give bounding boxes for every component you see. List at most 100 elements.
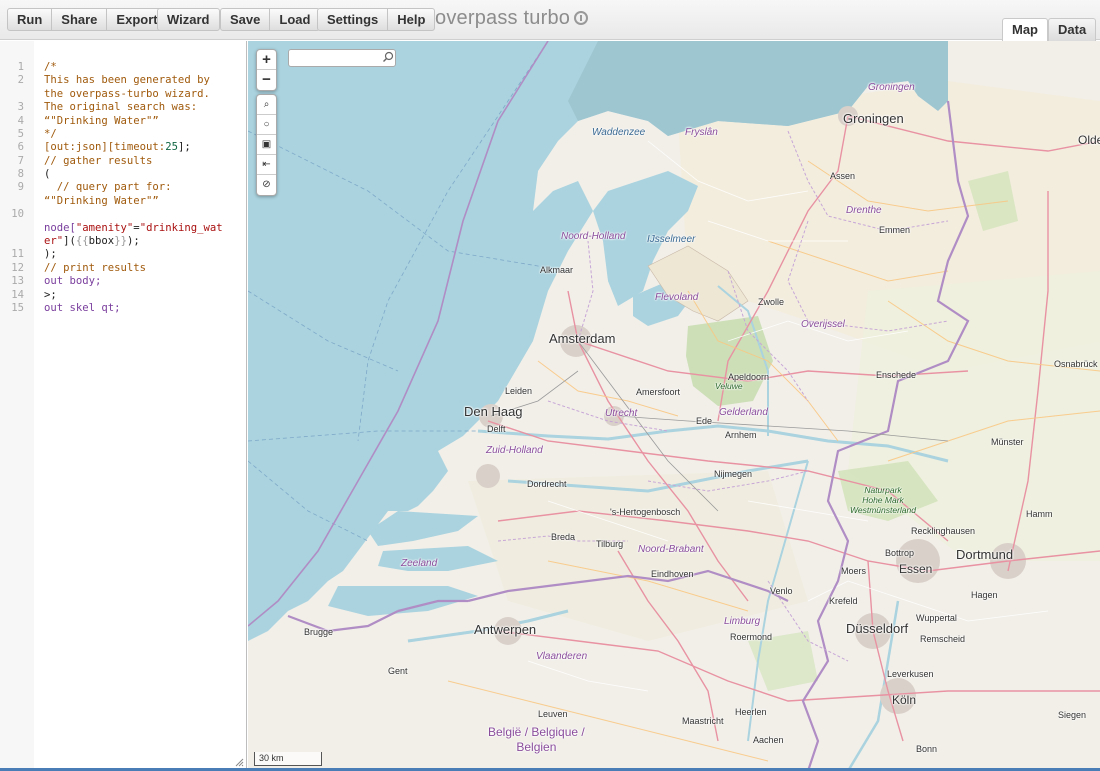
map-label-enschede: Enschede — [876, 370, 917, 380]
map-label-bonn: Bonn — [916, 744, 938, 754]
code-token: node[ — [44, 222, 76, 234]
code-text: >; — [44, 289, 57, 302]
map-label-nijmegen: Nijmegen — [714, 469, 753, 479]
save-button[interactable]: Save — [220, 8, 271, 31]
map-label-overijssel: Overijssel — [801, 319, 845, 330]
load-button[interactable]: Load — [269, 8, 321, 31]
code-token: The original search was: — [44, 101, 198, 113]
map-label-bottrop: Bottrop — [885, 548, 915, 558]
map-label-eindhoven: Eindhoven — [651, 569, 694, 579]
map-label-belgie: België / Belgique / Belgien — [488, 725, 585, 754]
map-label-krefeld: Krefeld — [829, 596, 858, 606]
code-text: /* — [44, 61, 57, 74]
map-label-dordrecht: Dordrecht — [527, 479, 567, 489]
code-token: >; — [44, 289, 57, 301]
tab-data[interactable]: Data — [1048, 18, 1097, 41]
search-icon[interactable] — [382, 51, 394, 63]
toggle-data-icon[interactable]: ▣ — [257, 135, 276, 155]
help-button[interactable]: Help — [387, 8, 436, 31]
line-number: 6 — [17, 141, 24, 153]
line-number: 9 — [17, 181, 24, 193]
map-label-hohe-mark: Naturpark Hohe Mark Westmünsterland — [850, 485, 916, 515]
code-text: ( — [44, 168, 50, 181]
line-number: 10 — [11, 208, 24, 220]
map-label-waddenzee: Waddenzee — [592, 127, 646, 138]
map-label-groningen: Groningen — [843, 111, 904, 126]
locate-icon[interactable]: ○ — [257, 115, 276, 135]
code-token: out skel qt; — [44, 302, 121, 314]
map-label-dortmund: Dortmund — [956, 547, 1014, 562]
code-token: “"Drinking Water"” — [44, 115, 159, 127]
code-text: // query part for: — [44, 181, 172, 194]
line-number: 14 — [11, 289, 24, 301]
code-token: [out:json][timeout: — [44, 141, 166, 153]
tab-map[interactable]: Map — [1002, 18, 1048, 41]
code-text: ); — [44, 248, 57, 261]
map-label-heerlen: Heerlen — [735, 707, 767, 717]
map-search-input[interactable] — [288, 49, 396, 67]
map-label-essen: Essen — [899, 562, 933, 576]
map-label-zuid-holland: Zuid-Holland — [486, 445, 543, 456]
map-label-roermond: Roermond — [730, 632, 773, 642]
map-label-antwerpen: Antwerpen — [474, 622, 537, 637]
map-label-amersfoort: Amersfoort — [636, 387, 681, 397]
map-label-leverkusen: Leverkusen — [887, 669, 934, 679]
line-number: 8 — [17, 168, 24, 180]
save-load-group: Save Load — [220, 8, 321, 31]
line-number: 2 — [17, 74, 24, 86]
zoom-in-button[interactable]: + — [257, 50, 276, 70]
code-text: [out:json][timeout:25]; — [44, 141, 191, 154]
map-label-aachen: Aachen — [753, 735, 784, 745]
resize-handle-icon[interactable] — [234, 757, 244, 767]
code-text: This has been generated by — [44, 74, 210, 87]
wizard-button[interactable]: Wizard — [157, 8, 220, 31]
fit-bounds-icon[interactable]: ⇤ — [257, 155, 276, 175]
map-label-noord-brabant: Noord-Brabant — [638, 544, 704, 555]
code-text: // gather results — [44, 155, 152, 168]
map-label-dusseldorf: Düsseldorf — [846, 621, 909, 636]
code-token: // gather results — [44, 155, 153, 167]
line-number: 1 — [17, 61, 24, 73]
map-label-zwolle: Zwolle — [758, 297, 785, 307]
code-text: */ — [44, 128, 57, 141]
code-token: {{ — [75, 235, 89, 247]
map-label-zeeland: Zeeland — [401, 558, 438, 569]
map-view[interactable]: Groningen Groningen Olde Waddenzee Frysl… — [248, 41, 1100, 771]
map-label-utrecht: Utrecht — [605, 408, 638, 419]
map-label-siegen: Siegen — [1058, 710, 1087, 720]
logo-icon — [574, 11, 589, 25]
code-token: ); — [44, 248, 57, 260]
map-label-hertogenbosch: 's-Hertogenbosch — [610, 507, 681, 517]
line-number: 11 — [11, 248, 24, 260]
query-editor[interactable]: 1 /* 2 This has been generated by the overpa… — [0, 41, 247, 771]
map-label-leuven: Leuven — [538, 709, 568, 719]
map-label-den-haag: Den Haag — [464, 404, 523, 419]
zoom-to-data-icon[interactable]: ⌕ — [257, 95, 276, 115]
code-token: bbox — [88, 235, 115, 247]
code-token: // print results — [44, 262, 147, 274]
line-number: 15 — [11, 302, 24, 314]
map-label-veluwe: Veluwe — [715, 381, 743, 391]
map-label-gent: Gent — [388, 666, 408, 676]
map-label-moers: Moers — [841, 566, 867, 576]
code-token: "amenity" — [75, 222, 134, 234]
line-number: 4 — [17, 115, 24, 127]
map-label-groningen-province: Groningen — [868, 82, 915, 93]
settings-button[interactable]: Settings — [317, 8, 389, 31]
clear-icon[interactable]: ⊘ — [257, 175, 276, 195]
app-title: overpass turbo — [435, 7, 571, 29]
code-token: }} — [114, 235, 127, 247]
map-label-gelderland: Gelderland — [719, 407, 768, 418]
share-button[interactable]: Share — [51, 8, 108, 31]
code-text: er"]({{bbox}}); — [44, 235, 140, 248]
run-button[interactable]: Run — [7, 8, 53, 31]
map-basemap — [248, 41, 1100, 771]
code-token: This has been generated by — [44, 74, 210, 86]
map-label-tilburg: Tilburg — [596, 539, 624, 549]
zoom-out-button[interactable]: − — [257, 70, 276, 90]
code-text: “"Drinking Water"” — [44, 195, 159, 208]
map-label-wuppertal: Wuppertal — [916, 613, 957, 623]
map-label-amsterdam: Amsterdam — [549, 331, 616, 346]
map-label-oldenburg: Olde — [1078, 133, 1100, 147]
map-label-breda: Breda — [551, 532, 576, 542]
